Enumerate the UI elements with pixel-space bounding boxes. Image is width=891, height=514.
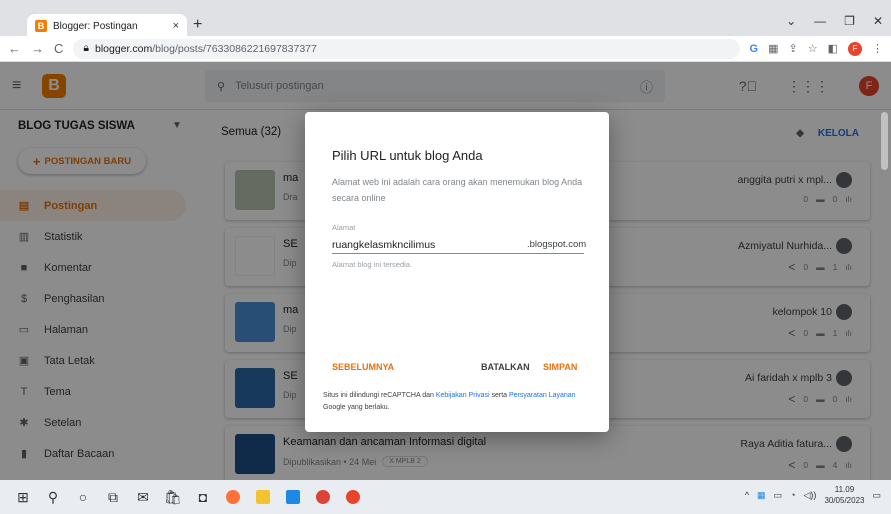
wifi-icon[interactable]: ◔: [790, 490, 795, 500]
clock-date: 30/05/2023: [824, 496, 865, 505]
url-domain: blogger.com: [94, 42, 153, 55]
dialog-description: Alamat web ini adalah cara orang akan me…: [332, 177, 583, 203]
recaptcha-text-mid: serta: [489, 392, 509, 399]
page-scrollbar[interactable]: [881, 112, 888, 170]
tray-app-icon[interactable]: ▦: [757, 490, 766, 501]
address-field-label: Alamat: [332, 223, 356, 232]
back-icon[interactable]: ←: [8, 41, 21, 56]
recaptcha-text-post: Google yang berlaku.: [323, 404, 390, 411]
menu-dots-icon[interactable]: ⋮: [872, 42, 883, 55]
recaptcha-text-pre: Situs ini dilindungi reCAPTCHA dan: [323, 392, 436, 399]
store-icon[interactable]: 🛍︎: [158, 482, 188, 512]
window-controls: ⌄ — ❐ ✕: [786, 14, 883, 28]
terms-of-service-link[interactable]: Persyaratan Layanan: [509, 392, 576, 399]
chrome-profile-icon[interactable]: [338, 482, 368, 512]
recaptcha-notice: Situs ini dilindungi reCAPTCHA dan Kebij…: [323, 390, 595, 414]
camera-icon[interactable]: ◘: [188, 482, 218, 512]
bookmark-star-icon[interactable]: ☆: [808, 42, 818, 55]
minimize-button[interactable]: —: [814, 14, 826, 28]
mail-icon[interactable]: ✉: [128, 482, 158, 512]
file-explorer-icon[interactable]: [248, 482, 278, 512]
profile-avatar[interactable]: F: [848, 41, 862, 56]
cortana-icon[interactable]: ○: [68, 482, 98, 512]
tab-search-icon[interactable]: ⌄: [786, 14, 796, 28]
start-windows-icon[interactable]: ⊞: [8, 482, 38, 512]
privacy-policy-link[interactable]: Kebijakan Privasi: [436, 392, 490, 399]
side-panel-icon[interactable]: ◧: [828, 42, 838, 55]
system-tray: ^ ▦ ▭ ◔ ◁)) 11.09 30/05/2023 ▭: [745, 484, 881, 506]
previous-button[interactable]: SEBELUMNYA: [332, 362, 394, 372]
browser-tabstrip: B Blogger: Postingan × + ⌄ — ❐ ✕: [0, 0, 891, 38]
save-button[interactable]: SIMPAN: [543, 362, 577, 372]
clock-time: 11.09: [834, 485, 855, 494]
translate-icon[interactable]: ▦: [768, 42, 778, 55]
tray-chevron-up-icon[interactable]: ^: [745, 490, 749, 500]
notifications-icon[interactable]: ▭: [872, 490, 881, 501]
firefox-icon[interactable]: [218, 482, 248, 512]
tab-title: Blogger: Postingan: [53, 20, 138, 32]
lock-icon: 🔒︎: [83, 42, 89, 54]
cancel-button[interactable]: BATALKAN: [481, 362, 530, 372]
windows-taskbar: ⊞ ⚲ ○ ⧉ ✉ 🛍︎ ◘ ^ ▦ ▭ ◔ ◁)) 11.09 30/05/20…: [0, 480, 891, 514]
blogger-favicon-icon: B: [35, 20, 47, 32]
battery-icon[interactable]: ▭: [774, 490, 783, 501]
dialog-title: Pilih URL untuk blog Anda: [332, 148, 483, 163]
clock[interactable]: 11.09 30/05/2023: [824, 484, 864, 506]
chrome-icon[interactable]: [308, 482, 338, 512]
share-icon[interactable]: ⇪: [789, 42, 798, 55]
reload-icon[interactable]: C: [54, 41, 63, 56]
google-icon[interactable]: G: [750, 43, 759, 55]
app-icon[interactable]: [278, 482, 308, 512]
tab-close-icon[interactable]: ×: [173, 20, 179, 32]
browser-toolbar-icons: G ▦ ⇪ ☆ ◧ F ⋮: [750, 41, 883, 56]
new-tab-button[interactable]: +: [193, 16, 202, 34]
url-dialog: Pilih URL untuk blog Anda Alamat web ini…: [305, 112, 609, 432]
search-icon[interactable]: ⚲: [38, 482, 68, 512]
forward-icon[interactable]: →: [31, 41, 44, 56]
address-bar[interactable]: 🔒︎ blogger.com/blog/posts/76330862216978…: [73, 38, 740, 59]
restore-button[interactable]: ❐: [844, 14, 855, 28]
browser-tab[interactable]: B Blogger: Postingan ×: [27, 14, 187, 38]
url-path: /blog/posts/7633086221697837377: [152, 42, 317, 55]
address-hint: Alamat blog ini tersedia.: [332, 260, 413, 269]
address-row: ← → C 🔒︎ blogger.com/blog/posts/76330862…: [0, 36, 891, 62]
task-view-icon[interactable]: ⧉: [98, 482, 128, 512]
close-window-button[interactable]: ✕: [873, 14, 883, 28]
address-suffix: .blogspot.com: [527, 239, 587, 250]
volume-icon[interactable]: ◁)): [804, 490, 817, 501]
